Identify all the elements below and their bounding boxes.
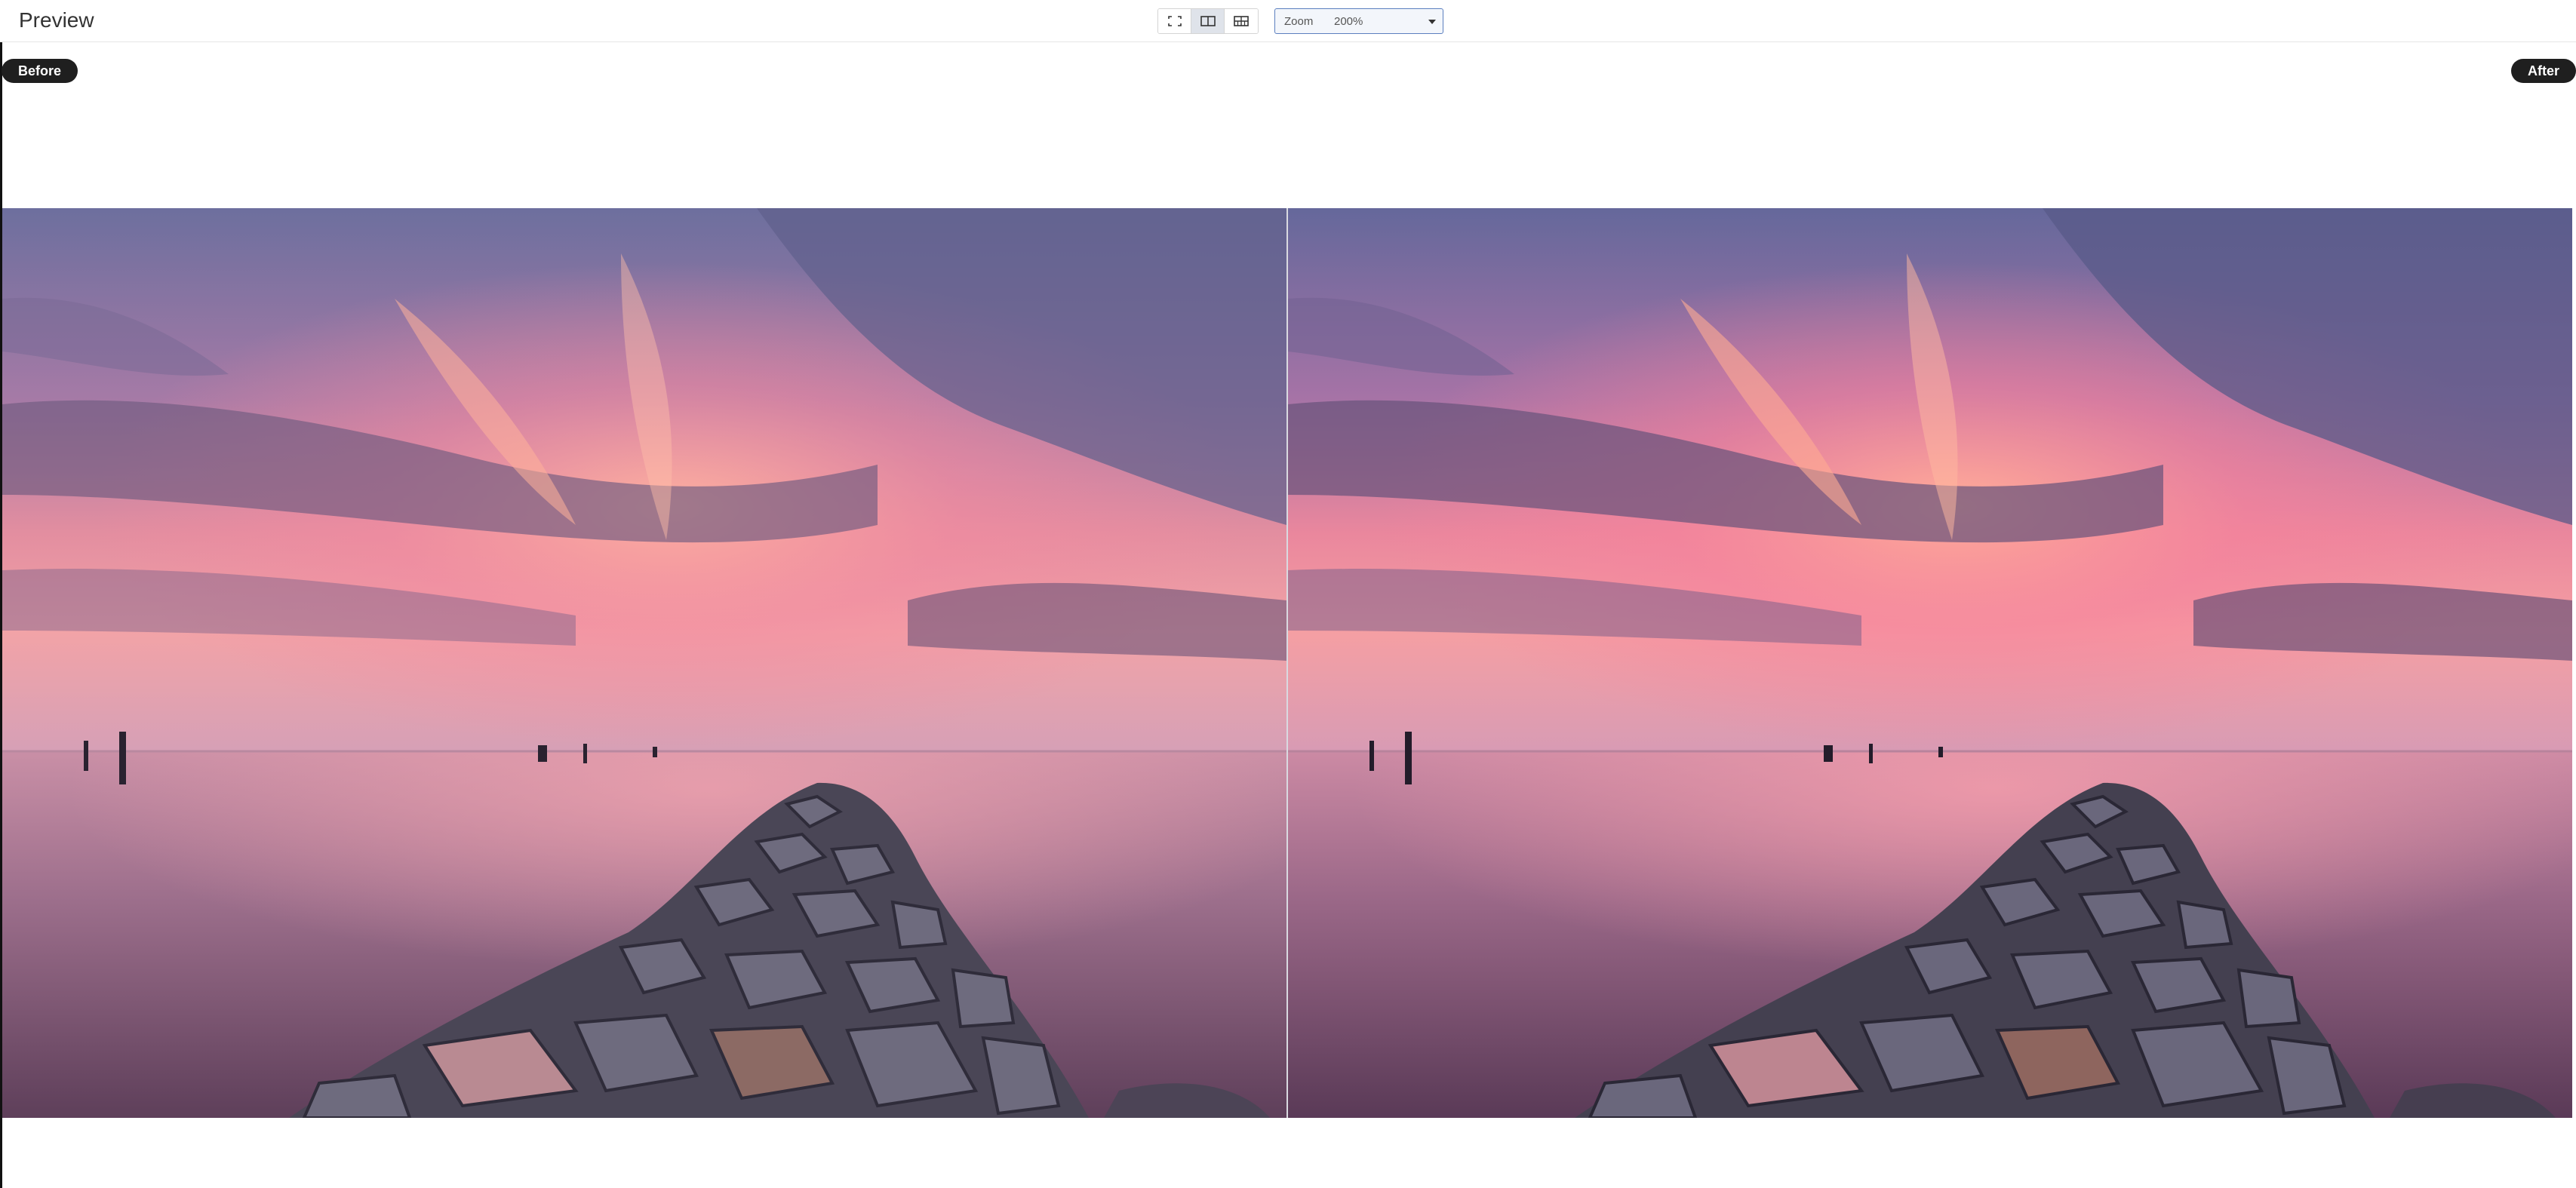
after-image[interactable] xyxy=(1288,208,2572,1118)
split-view-icon xyxy=(1200,16,1216,26)
zoom-label: Zoom xyxy=(1284,14,1314,28)
before-image[interactable] xyxy=(2,208,1286,1118)
split-view-button[interactable] xyxy=(1191,9,1225,33)
sunset-jetty-photo-after xyxy=(1288,208,2572,1118)
chevron-down-icon xyxy=(1428,20,1436,24)
preview-app: Preview Zoom 200% Before After xyxy=(0,0,2576,1188)
sunset-jetty-photo-before xyxy=(2,208,1286,1118)
grid-view-button[interactable] xyxy=(1225,9,1258,33)
zoom-select[interactable]: Zoom 200% xyxy=(1274,8,1443,34)
fullscreen-view-button[interactable] xyxy=(1158,9,1191,33)
before-label: Before xyxy=(2,59,78,83)
preview-header: Preview Zoom 200% xyxy=(0,0,2576,42)
page-title: Preview xyxy=(19,8,94,32)
zoom-value: 200% xyxy=(1334,14,1363,28)
fullscreen-icon xyxy=(1167,16,1182,26)
view-mode-toggle xyxy=(1157,8,1259,34)
after-label: After xyxy=(2510,59,2576,83)
grid-view-icon xyxy=(1234,16,1249,26)
